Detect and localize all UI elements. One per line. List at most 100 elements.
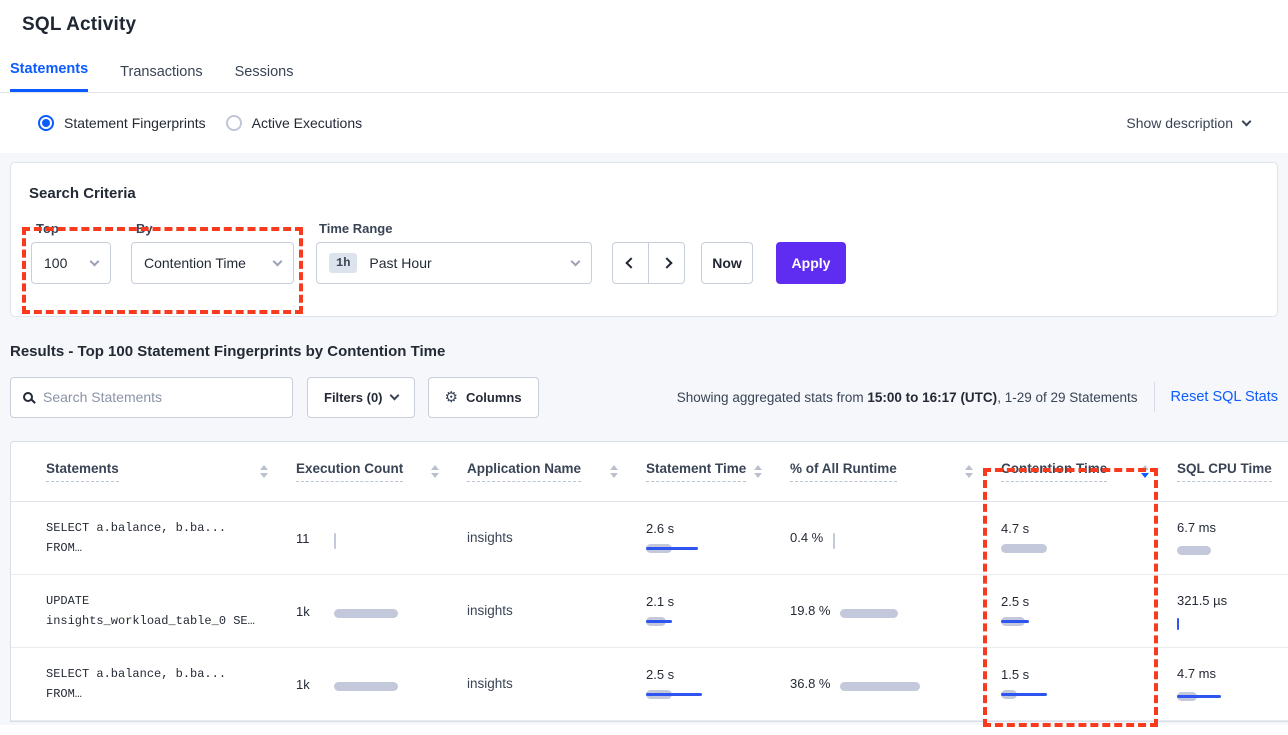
runtime-pct-cell: 36.8 % xyxy=(790,674,1001,694)
table-row[interactable]: SELECT a.balance, b.ba... FROM… 11 insig… xyxy=(11,502,1288,575)
value-bar xyxy=(1001,541,1047,556)
search-statements-input[interactable] xyxy=(43,389,280,405)
time-range-select[interactable]: 1h Past Hour xyxy=(316,242,592,284)
tab-bar: Statements Transactions Sessions xyxy=(10,60,1288,92)
value-bar xyxy=(1177,543,1211,558)
value-bar xyxy=(334,606,398,621)
chevron-left-icon xyxy=(625,257,636,268)
filters-label: Filters (0) xyxy=(324,390,383,405)
application-name-cell: insights xyxy=(467,603,513,618)
content-area: Search Criteria Top 100 By Contention Ti… xyxy=(0,153,1288,725)
runtime-pct-cell: 0.4 % xyxy=(790,528,1001,548)
time-range-label: Time Range xyxy=(319,221,392,236)
radio-selected-icon xyxy=(38,115,54,131)
value-bar xyxy=(833,533,837,548)
results-toolbar: Filters (0) ⚙ Columns Showing aggregated… xyxy=(10,376,1278,418)
sql-cpu-time-cell: 6.7 ms xyxy=(1177,518,1288,558)
value-bar xyxy=(646,541,698,556)
radio-active-executions[interactable]: Active Executions xyxy=(226,115,363,131)
value-bar xyxy=(334,533,338,548)
statement-cell[interactable]: SELECT a.balance, b.ba... FROM… xyxy=(46,518,296,558)
table-row[interactable]: SELECT a.balance, b.ba... FROM… 1k insig… xyxy=(11,648,1288,721)
sql-cpu-time-cell: 321.5 µs xyxy=(1177,591,1288,631)
search-icon xyxy=(23,392,33,402)
sort-icon xyxy=(260,465,268,478)
time-range-badge: 1h xyxy=(329,253,357,273)
contention-time-cell: 2.5 s xyxy=(1001,594,1177,629)
value-bar xyxy=(1001,687,1047,702)
execution-count-cell: 1k xyxy=(296,674,467,694)
now-button[interactable]: Now xyxy=(701,242,753,284)
top-select[interactable]: 100 xyxy=(31,242,111,284)
chevron-down-icon xyxy=(1242,117,1252,127)
radio-statement-fingerprints[interactable]: Statement Fingerprints xyxy=(38,115,206,131)
sort-icon-active xyxy=(1141,465,1149,478)
gear-icon: ⚙ xyxy=(445,388,458,406)
execution-count-cell: 11 xyxy=(296,528,467,548)
value-bar xyxy=(334,679,398,694)
sort-icon xyxy=(610,465,618,478)
runtime-pct-cell: 19.8 % xyxy=(790,601,1001,621)
previous-time-button[interactable] xyxy=(613,243,649,283)
by-label: By xyxy=(136,221,153,236)
search-criteria-card: Search Criteria Top 100 By Contention Ti… xyxy=(10,162,1278,317)
view-toggle-row: Statement Fingerprints Active Executions… xyxy=(0,93,1288,153)
apply-button[interactable]: Apply xyxy=(776,242,846,284)
columns-label: Columns xyxy=(466,390,522,405)
statement-cell[interactable]: SELECT a.balance, b.ba... FROM… xyxy=(46,664,296,704)
page-header: SQL Activity Statements Transactions Ses… xyxy=(0,0,1288,93)
application-name-cell: insights xyxy=(467,530,513,545)
results-heading: Results - Top 100 Statement Fingerprints… xyxy=(10,343,1278,360)
statement-time-cell: 2.5 s xyxy=(646,667,790,702)
value-bar xyxy=(646,687,702,702)
header-contention-time[interactable]: Contention Time xyxy=(1001,461,1177,482)
columns-button[interactable]: ⚙ Columns xyxy=(428,377,539,418)
statements-table: Statements Execution Count Application N… xyxy=(10,441,1288,722)
header-runtime-pct[interactable]: % of All Runtime xyxy=(790,461,1001,482)
sql-activity-page: SQL Activity Statements Transactions Ses… xyxy=(0,0,1288,735)
header-statement-time[interactable]: Statement Time xyxy=(646,461,790,482)
value-bar xyxy=(1001,614,1029,629)
application-name-cell: insights xyxy=(467,676,513,691)
stats-time-range: 15:00 to 16:17 (UTC) xyxy=(867,390,997,405)
value-bar xyxy=(646,614,672,629)
execution-count-cell: 1k xyxy=(296,601,467,621)
statement-cell[interactable]: UPDATE insights_workload_table_0 SE… xyxy=(46,591,296,631)
search-criteria-title: Search Criteria xyxy=(29,185,136,202)
chevron-down-icon xyxy=(571,257,581,267)
top-label: Top xyxy=(36,221,59,236)
header-sql-cpu-time[interactable]: SQL CPU Time xyxy=(1177,461,1288,482)
aggregated-stats-text: Showing aggregated stats from 15:00 to 1… xyxy=(677,390,1138,405)
tab-transactions[interactable]: Transactions xyxy=(120,64,202,92)
value-bar xyxy=(1177,616,1181,631)
sort-icon xyxy=(431,465,439,478)
header-statements[interactable]: Statements xyxy=(46,461,296,482)
chevron-down-icon xyxy=(90,257,100,267)
tab-statements[interactable]: Statements xyxy=(10,61,88,92)
by-select-value: Contention Time xyxy=(144,255,246,271)
value-bar xyxy=(840,606,898,621)
radio-unselected-icon xyxy=(226,115,242,131)
reset-sql-stats-link[interactable]: Reset SQL Stats xyxy=(1154,382,1278,412)
next-time-button[interactable] xyxy=(649,243,684,283)
value-bar xyxy=(1177,689,1221,704)
value-bar xyxy=(840,679,920,694)
statement-time-cell: 2.1 s xyxy=(646,594,790,629)
by-select[interactable]: Contention Time xyxy=(131,242,294,284)
time-nav-group xyxy=(612,242,685,284)
tab-sessions[interactable]: Sessions xyxy=(235,64,294,92)
top-select-value: 100 xyxy=(44,255,67,271)
sort-icon xyxy=(965,465,973,478)
table-row[interactable]: UPDATE insights_workload_table_0 SE… 1k … xyxy=(11,575,1288,648)
statement-time-cell: 2.6 s xyxy=(646,521,790,556)
header-application-name[interactable]: Application Name xyxy=(467,461,646,482)
show-description-label: Show description xyxy=(1126,115,1233,131)
filters-button[interactable]: Filters (0) xyxy=(307,377,415,418)
page-title: SQL Activity xyxy=(0,0,1288,36)
search-statements-box xyxy=(10,377,293,418)
contention-time-cell: 1.5 s xyxy=(1001,667,1177,702)
header-execution-count[interactable]: Execution Count xyxy=(296,461,467,482)
show-description-toggle[interactable]: Show description xyxy=(1126,115,1250,131)
time-range-value: Past Hour xyxy=(369,255,431,271)
chevron-right-icon xyxy=(661,257,672,268)
